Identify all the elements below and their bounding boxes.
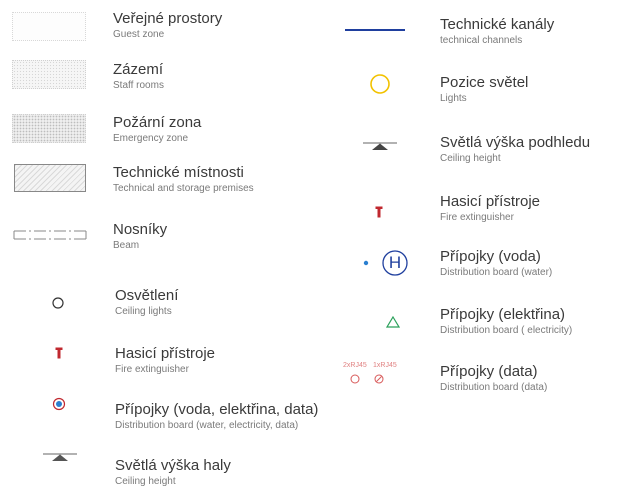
legend-label-cz: Přípojky (voda) [440,248,541,265]
data-label-1xrj45: 1xRJ45 [373,362,397,369]
legend-label-en: Emergency zone [113,133,189,144]
legend-item-technical-premises: Technické místnosti Technical and storag… [113,164,254,195]
guest-zone-swatch [12,12,86,41]
triangle-icon [386,316,400,328]
emergency-zone-swatch [12,114,86,143]
legend-item-lights: Pozice světel Lights [440,74,528,105]
legend-label-cz: Přípojky (elektřina) [440,306,566,323]
technical-channel-line [345,29,405,31]
legend-label-en: Ceiling height [440,153,501,164]
legend-item-fire-extinguisher: Hasicí přístroje Fire extinguisher [115,345,215,376]
light-position-circle-icon [370,74,390,94]
legend-item-technical-channels: Technické kanály technical channels [440,16,554,47]
legend-label-en: Staff rooms [113,80,164,91]
legend-item-emergency-zone: Požární zona Emergency zone [113,114,201,145]
staff-rooms-swatch [12,60,86,89]
legend-label-en: Guest zone [113,29,165,40]
legend-label-cz: Přípojky (voda, elektřina, data) [115,401,319,418]
fire-extinguisher-icon [55,347,63,359]
legend-item-ceiling-height: Světlá výška podhledu Ceiling height [440,134,590,165]
legend-label-cz: Veřejné prostory [113,10,223,27]
beam-line-icon [13,230,87,240]
legend-label-cz: Požární zona [113,114,202,131]
ceiling-light-circle-icon [52,297,64,309]
legend-item-hall-height: Světlá výška haly Ceiling height [115,457,231,488]
legend-label-cz: Světlá výška podhledu [440,134,591,151]
legend-label-en: Distribution board ( electricity) [440,325,573,336]
legend-label-cz: Technické místnosti [113,164,244,181]
data-board-icon [350,374,384,384]
legend-label-en: Distribution board (water) [440,267,553,278]
data-label-2xrj45: 2xRJ45 [343,362,367,369]
legend-item-electricity-board: Přípojky (elektřina) Distribution board … [440,306,572,337]
legend-label-cz: Technické kanály [440,16,555,33]
legend-label-cz: Osvětlení [115,287,179,304]
legend-item-staff-rooms: Zázemí Staff rooms [113,61,164,92]
legend-label-cz: Zázemí [113,61,164,78]
legend-item-beam: Nosníky Beam [113,221,167,252]
legend-label-cz: Hasicí přístroje [115,345,216,362]
water-board-letter: H [388,253,402,272]
legend-item-ceiling-lights: Osvětlení Ceiling lights [115,287,178,318]
legend-label-cz: Přípojky (data) [440,363,538,380]
legend-label-en: Ceiling lights [115,306,172,317]
legend-label-en: Distribution board (water, electricity, … [115,420,299,431]
hatched-swatch [14,164,86,192]
legend-label-en: Fire extinguisher [440,212,514,223]
legend-item-distribution-board: Přípojky (voda, elektřina, data) Distrib… [115,401,318,432]
legend-label-cz: Pozice světel [440,74,529,91]
legend-label-en: Beam [113,240,140,251]
legend-label-cz: Hasicí přístroje [440,193,541,210]
legend-label-cz: Nosníky [113,221,168,238]
ceiling-height-icon [363,142,397,150]
legend-item-water-board: Přípojky (voda) Distribution board (wate… [440,248,552,279]
legend-label-en: Distribution board (data) [440,382,548,393]
distribution-board-icon [52,397,66,411]
legend-label-en: Lights [440,93,467,104]
legend-label-en: Ceiling height [115,476,176,487]
legend-label-en: Technical and storage premises [113,183,254,194]
legend-item-data-board: Přípojky (data) Distribution board (data… [440,363,547,394]
legend-label-en: technical channels [440,35,523,46]
legend-label-cz: Světlá výška haly [115,457,231,474]
legend-item-guest-zone: Veřejné prostory Guest zone [113,10,222,41]
ceiling-height-icon [43,453,77,461]
fire-extinguisher-icon [375,206,383,218]
legend-item-fire-extinguisher-right: Hasicí přístroje Fire extinguisher [440,193,540,224]
legend-label-en: Fire extinguisher [115,364,189,375]
